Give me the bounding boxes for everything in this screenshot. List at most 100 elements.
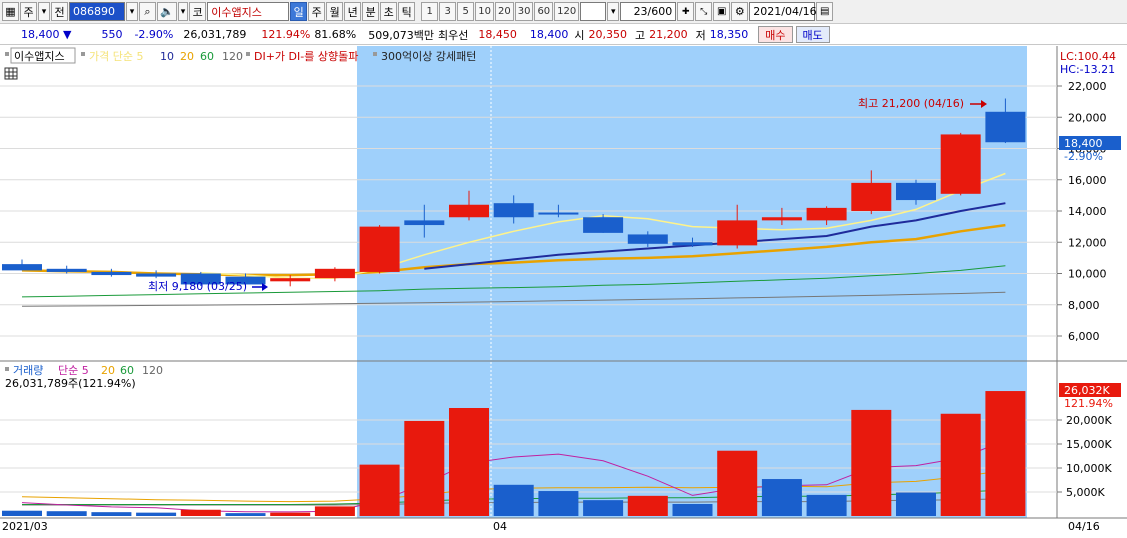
volume-bar <box>91 512 132 516</box>
code-dropdown[interactable]: ▾ <box>126 2 138 21</box>
speaker-icon[interactable]: 🔈 <box>157 2 177 21</box>
open-label: 시 <box>574 28 585 42</box>
stock-chart[interactable]: 22,00020,00018,00016,00014,00012,00010,0… <box>0 46 1127 538</box>
legend-marker <box>81 52 85 56</box>
best-quote-label: 최우선 <box>438 28 469 42</box>
market-dropdown[interactable]: ▾ <box>38 2 50 21</box>
candle-body <box>91 271 132 276</box>
minute-option-120[interactable]: 120 <box>554 2 580 21</box>
period-tick[interactable]: 틱 <box>398 2 416 21</box>
price-tick-label: 16,000 <box>1068 174 1107 187</box>
candle-body <box>940 134 981 194</box>
minute-option-30[interactable]: 30 <box>514 2 534 21</box>
last-price-value: 18,400 <box>1064 137 1103 150</box>
legend-ma20: 20 <box>180 50 194 63</box>
signal-strong-pattern: 300억이상 강세패턴 <box>381 50 476 63</box>
volume-bar <box>583 500 624 516</box>
period-month[interactable]: 월 <box>326 2 344 21</box>
minute-option-60[interactable]: 60 <box>534 2 554 21</box>
stock-name: 이수앱지스 <box>207 2 290 21</box>
legend-ma120: 120 <box>222 50 243 63</box>
volume-bar <box>493 484 534 516</box>
period-year[interactable]: 년 <box>344 2 362 21</box>
save-icon[interactable]: ▣ <box>713 2 731 21</box>
volume-bar <box>985 391 1026 516</box>
volume-tick-label: 5,000K <box>1066 486 1105 499</box>
minute-custom-dropdown[interactable]: ▾ <box>607 2 620 21</box>
price-axis-ticks: 22,00020,00018,00016,00014,00012,00010,0… <box>1057 80 1107 343</box>
candle-body <box>583 217 624 233</box>
zoom-in-icon[interactable]: ✚ <box>677 2 695 21</box>
candle-body <box>404 220 445 226</box>
candle-body <box>136 273 177 277</box>
candle-body <box>717 220 758 246</box>
volume-bar <box>180 509 221 516</box>
minute-option-20[interactable]: 20 <box>494 2 514 21</box>
volume-legend-ma5: 단순 5 <box>58 364 89 377</box>
price-tick-label: 20,000 <box>1068 111 1107 124</box>
date-input[interactable]: 2021/04/16 <box>749 2 817 21</box>
chart-settings-icon[interactable]: ▦ <box>2 2 19 21</box>
calendar-icon[interactable]: ▤ <box>816 2 834 21</box>
candle-body <box>2 264 42 271</box>
data-count-input[interactable]: 23/600 <box>620 2 677 21</box>
zoom-out-icon[interactable]: ⤡ <box>695 2 713 21</box>
xaxis-label-month: 04 <box>493 520 507 533</box>
hc-value: HC:-13.21 <box>1060 63 1115 76</box>
volume-bar <box>359 464 400 516</box>
legend-marker <box>246 52 250 56</box>
price-tick-label: 14,000 <box>1068 205 1107 218</box>
minute-option-1[interactable]: 1 <box>421 2 439 21</box>
price-tick-label: 10,000 <box>1068 268 1107 281</box>
high-price: 21,200 <box>649 28 688 41</box>
volume-bar <box>314 506 355 516</box>
volume-bar <box>2 510 42 516</box>
grid-table-icon[interactable] <box>4 67 18 80</box>
gear-icon[interactable]: ⚙ <box>731 2 749 21</box>
candle-body <box>270 278 311 282</box>
stock-code-input[interactable]: 086890 <box>69 2 125 21</box>
price-change: 550 <box>101 28 123 41</box>
volume-legend-ma60: 60 <box>120 364 134 377</box>
current-price: 18,400 ▼ <box>21 28 72 41</box>
period-second[interactable]: 초 <box>380 2 398 21</box>
search-icon[interactable]: ⌕ <box>139 2 156 21</box>
signal-di-cross: DI+가 DI-를 상향돌파 <box>254 50 358 63</box>
candle-body <box>851 182 892 211</box>
volume-tick-label: 10,000K <box>1066 462 1112 475</box>
legend-marker <box>5 52 9 56</box>
volume-bar <box>46 511 87 516</box>
minute-option-10[interactable]: 10 <box>475 2 494 21</box>
period-minute[interactable]: 분 <box>362 2 380 21</box>
speaker-dropdown[interactable]: ▾ <box>177 2 189 21</box>
legend-title: 이수앱지스 <box>14 50 65 63</box>
volume-bar <box>851 409 892 516</box>
quote-infobar: 18,400 ▼ 550 -2.90% 26,031,789 121.94% 8… <box>0 25 1127 45</box>
low-label: 저 <box>695 28 706 42</box>
prev-button[interactable]: 전 <box>51 2 68 21</box>
period-week[interactable]: 주 <box>308 2 326 21</box>
volume-bar <box>225 513 266 516</box>
legend-ma10: 10 <box>160 50 174 63</box>
candle-body <box>672 242 713 246</box>
lc-value: LC:100.44 <box>1060 50 1116 63</box>
volume-legend-title: 거래량 <box>13 364 43 377</box>
minute-custom-input[interactable] <box>580 2 607 21</box>
best-ask: 18,450 <box>478 28 517 41</box>
min-price-label: 최저 9,180 (03/25) <box>148 280 247 293</box>
market-prefix: 코 <box>189 2 207 21</box>
market-select[interactable]: 주 <box>20 2 37 21</box>
buy-button[interactable]: 매수 <box>758 26 793 43</box>
best-bid: 18,400 <box>529 28 569 41</box>
period-day[interactable]: 일 <box>290 2 308 21</box>
candle-body <box>449 204 489 218</box>
minute-option-5[interactable]: 5 <box>457 2 475 21</box>
minute-option-3[interactable]: 3 <box>439 2 457 21</box>
legend-ma5: 가격 단순 5 <box>89 50 143 63</box>
sell-button[interactable]: 매도 <box>795 26 830 43</box>
open-price: 20,350 <box>588 28 628 41</box>
volume-bar <box>627 495 668 516</box>
last-volume-pct: 121.94% <box>1064 397 1113 410</box>
legend-ma60: 60 <box>200 50 214 63</box>
candle-body <box>314 268 355 279</box>
